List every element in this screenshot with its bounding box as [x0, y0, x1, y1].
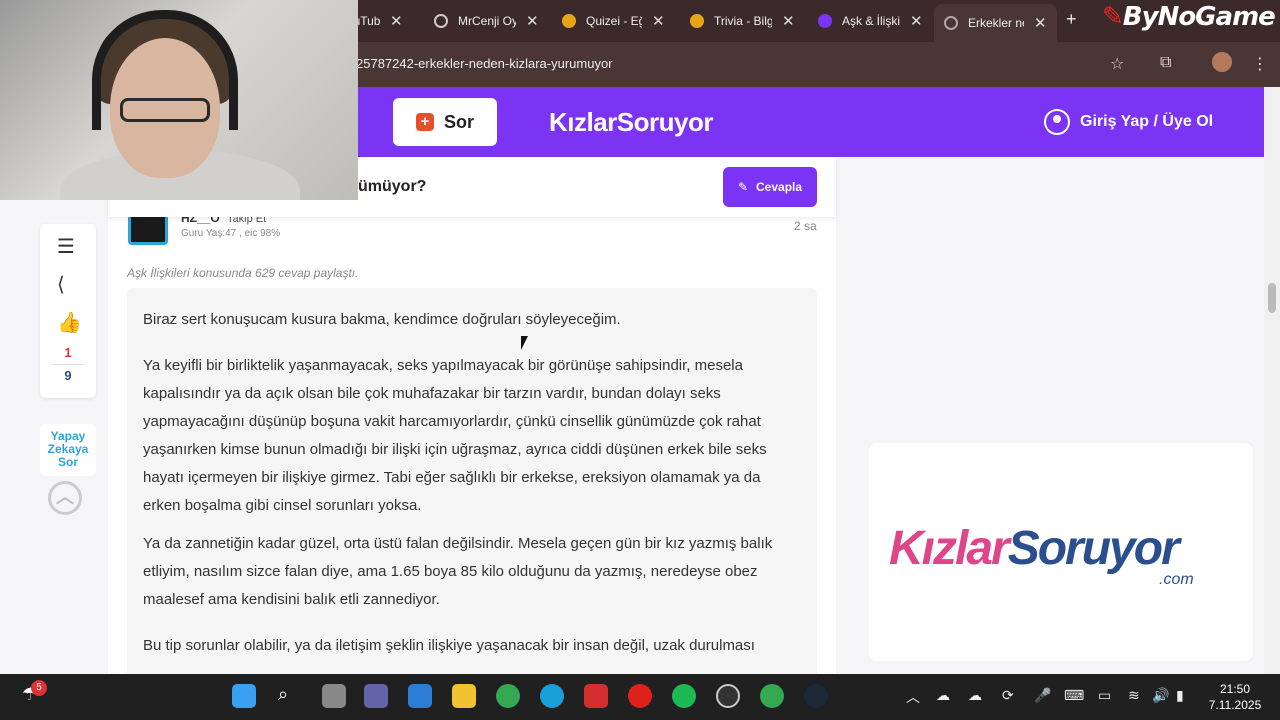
- close-icon[interactable]: ✕: [390, 12, 403, 30]
- answer-button-label: Cevapla: [756, 180, 803, 194]
- tab-label: Erkekler neden: [968, 16, 1024, 30]
- close-icon[interactable]: ✕: [526, 12, 539, 30]
- ad-banner[interactable]: KızlarSoruyor .com: [869, 443, 1253, 661]
- clock[interactable]: 21:50 7.11.2025: [1205, 681, 1265, 713]
- volume-icon[interactable]: 🔊: [1152, 687, 1169, 704]
- secondary-count: 9: [64, 368, 72, 383]
- search-icon[interactable]: ⌕: [278, 684, 288, 705]
- add-to-list-icon[interactable]: ☰: [57, 234, 75, 259]
- clock-date: 7.11.2025: [1208, 698, 1262, 712]
- answer-card: HZ__O Takip Et Guru Yaş:47 , eic 98% 2 s…: [108, 209, 836, 688]
- close-icon[interactable]: ✕: [910, 12, 923, 30]
- opera-icon[interactable]: [628, 684, 652, 708]
- tab-label: Aşk & İlişki: [842, 14, 900, 28]
- cloud-icon[interactable]: ☁: [936, 687, 950, 704]
- sync-icon[interactable]: ⟳: [1002, 687, 1014, 704]
- chevron-up-icon[interactable]: ︿: [906, 687, 920, 707]
- answer-time: 2 sa: [794, 219, 817, 233]
- more-menu-icon[interactable]: ⋮: [1252, 54, 1268, 74]
- keyboard-icon[interactable]: ⌨: [1064, 687, 1084, 704]
- share-icon[interactable]: ⟨: [57, 272, 65, 297]
- microphone-icon[interactable]: 🎤: [1034, 687, 1051, 704]
- weather-badge: 5: [31, 680, 47, 696]
- answer-paragraph: Bu tip sorunlar olabilir, ya da iletişim…: [143, 637, 755, 654]
- like-count: 1: [64, 345, 72, 360]
- teams-icon[interactable]: [364, 684, 388, 708]
- answer-paragraph: Biraz sert konuşucam kusura bakma, kendi…: [143, 311, 621, 328]
- edge-icon[interactable]: [540, 684, 564, 708]
- display-icon[interactable]: ▭: [1098, 687, 1111, 704]
- profile-avatar[interactable]: [1212, 52, 1232, 72]
- answer-button[interactable]: ✎ Cevapla: [723, 167, 817, 207]
- user-icon: [1044, 109, 1070, 135]
- start-icon[interactable]: [232, 684, 256, 708]
- pencil-icon: ✎: [737, 180, 749, 194]
- ask-ai-button[interactable]: Yapay Zekaya Sor: [40, 424, 96, 476]
- webcam-headset: [92, 10, 238, 130]
- scrollbar-thumb[interactable]: [1268, 283, 1276, 313]
- globe-icon: [434, 14, 448, 28]
- trivia-favicon: [690, 14, 704, 28]
- tab-erkekler-active[interactable]: Erkekler neden ✕: [934, 4, 1057, 42]
- quizei-favicon: [562, 14, 576, 28]
- bynogame-watermark: ✎ByNoGame: [1102, 2, 1276, 32]
- url-field[interactable]: 25787242-erkekler-neden-kizlara-yurumuyo…: [356, 56, 613, 71]
- battery-icon[interactable]: ▮: [1176, 687, 1184, 704]
- close-icon[interactable]: ✕: [1034, 14, 1047, 32]
- close-icon[interactable]: ✕: [652, 12, 665, 30]
- task-view-icon[interactable]: [322, 684, 346, 708]
- login-link[interactable]: Giriş Yap / Üye Ol: [1044, 109, 1213, 135]
- chrome-profile-icon[interactable]: [760, 684, 784, 708]
- ad-logo-domain: .com: [1159, 571, 1194, 588]
- steam-icon[interactable]: [804, 684, 828, 708]
- answer-paragraph: Ya keyifli bir birliktelik yaşanmayacak,…: [143, 357, 767, 514]
- store-icon[interactable]: [408, 684, 432, 708]
- site-logo[interactable]: KızlarSoruyor: [549, 107, 714, 138]
- ad-logo: KızlarSoruyor: [889, 522, 1180, 575]
- kizlarsoruyor-favicon: [818, 14, 832, 28]
- settings-app-icon[interactable]: [716, 684, 740, 708]
- windows-taskbar: ☂ 5 ⌕ ︿ ☁ ☁ ⟳ 🎤 ⌨ ▭ ≋ 🔊 ▮ 21:50 7.11.202…: [0, 674, 1280, 720]
- close-icon[interactable]: ✕: [782, 12, 795, 30]
- answer-body: Biraz sert konuşucam kusura bakma, kendi…: [127, 288, 817, 688]
- tab-trivia[interactable]: Trivia - Bilgi ✕: [680, 6, 805, 36]
- tab-quizei[interactable]: Quizei - Eğlen ✕: [552, 6, 675, 36]
- webcam-overlay: [0, 0, 358, 200]
- answer-paragraph: Ya da zannetiğin kadar güzel, orta üstü …: [143, 535, 773, 608]
- page-favicon: [944, 16, 958, 30]
- ask-button[interactable]: + Sor: [393, 98, 497, 146]
- spotify-icon[interactable]: [672, 684, 696, 708]
- page-scrollbar[interactable]: [1264, 87, 1280, 674]
- tab-mrcenji[interactable]: MrCenji Oyun ✕: [424, 6, 549, 36]
- wifi-icon[interactable]: ≋: [1128, 687, 1140, 704]
- scroll-to-top-button[interactable]: ︿: [48, 481, 82, 515]
- topic-note: Aşk İlişkileri konusunda 629 cevap payla…: [127, 266, 359, 280]
- thumbs-up-icon[interactable]: 👍: [57, 310, 82, 335]
- chrome-icon[interactable]: [496, 684, 520, 708]
- ask-label: Sor: [443, 111, 474, 132]
- action-sidebar: ☰ ⟨ 👍 1 9: [40, 224, 96, 398]
- tab-label: Quizei - Eğlen: [586, 14, 642, 28]
- plus-icon: +: [415, 113, 434, 131]
- login-label: Giriş Yap / Üye Ol: [1080, 113, 1214, 130]
- question-title: ümüyor?: [358, 178, 427, 195]
- onedrive-icon[interactable]: ☁: [968, 687, 982, 704]
- tab-label: MrCenji Oyun: [458, 14, 516, 28]
- tab-ask-iliski[interactable]: Aşk & İlişki ✕: [808, 6, 933, 36]
- divider: [52, 364, 84, 365]
- tab-label: Trivia - Bilgi: [714, 14, 772, 28]
- clock-time: 21:50: [1219, 682, 1251, 696]
- new-tab-button[interactable]: +: [1066, 9, 1077, 30]
- media-player-icon[interactable]: [584, 684, 608, 708]
- bookmark-star-icon[interactable]: ☆: [1110, 54, 1124, 74]
- extensions-icon[interactable]: ⧉: [1160, 54, 1171, 72]
- author-meta: Guru Yaş:47 , eic 98%: [181, 228, 281, 239]
- mouse-cursor: [521, 336, 535, 350]
- file-explorer-icon[interactable]: [452, 684, 476, 708]
